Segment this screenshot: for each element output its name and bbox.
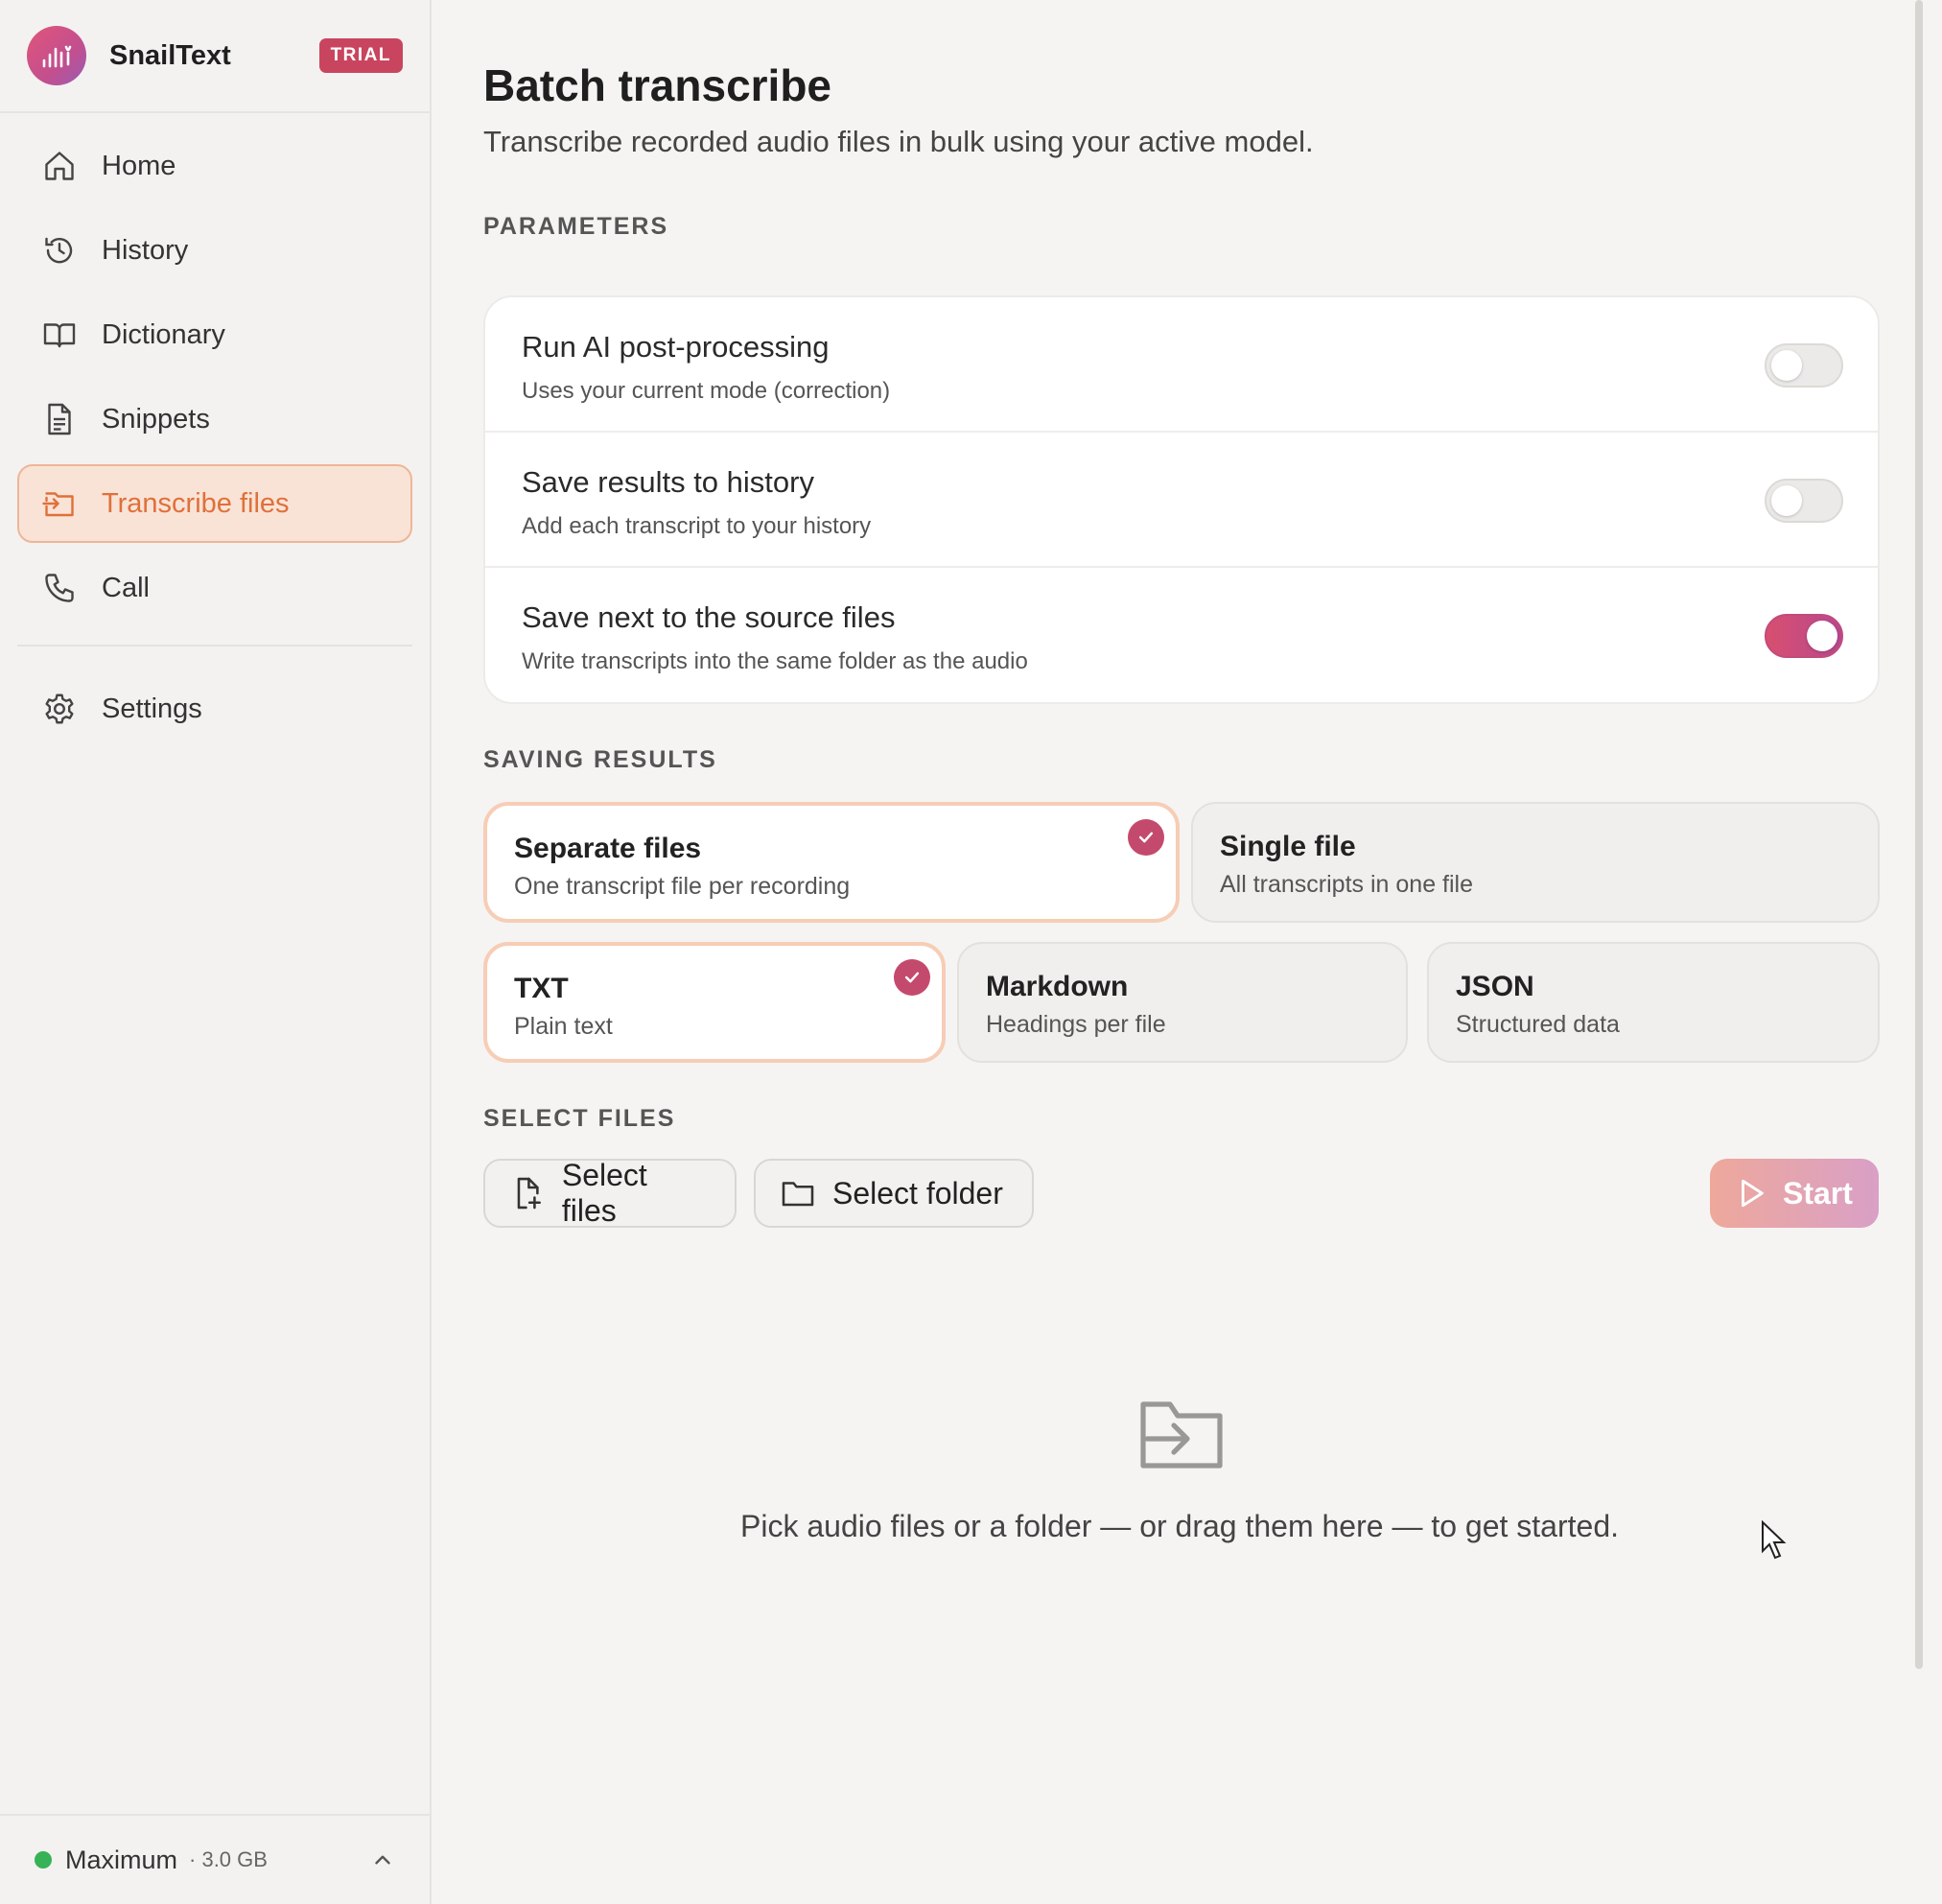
file-plus-icon bbox=[517, 1177, 541, 1210]
start-button[interactable]: Start bbox=[1710, 1159, 1879, 1228]
param-title: Save next to the source files bbox=[522, 600, 896, 634]
option-separate-files[interactable]: Separate files One transcript file per r… bbox=[483, 802, 1180, 923]
play-icon bbox=[1742, 1179, 1764, 1208]
section-label-saving-results: SAVING RESULTS bbox=[483, 746, 717, 773]
param-desc: Uses your current mode (correction) bbox=[522, 378, 891, 404]
option-format-txt[interactable]: TXT Plain text bbox=[483, 942, 946, 1063]
option-title: Markdown bbox=[986, 971, 1129, 1002]
section-label-select-files: SELECT FILES bbox=[483, 1105, 676, 1132]
select-folder-button[interactable]: Select folder bbox=[754, 1159, 1034, 1228]
model-size: · 3.0 GB bbox=[189, 1847, 268, 1871]
home-icon bbox=[45, 152, 74, 180]
option-title: TXT bbox=[514, 973, 569, 1004]
sidebar-item-call[interactable]: Call bbox=[17, 549, 412, 627]
scrollbar-thumb[interactable] bbox=[1915, 0, 1923, 1669]
select-files-label: Select files bbox=[561, 1158, 647, 1228]
param-desc: Add each transcript to your history bbox=[522, 513, 872, 539]
toggle-knob bbox=[1771, 350, 1802, 381]
parameters-card: Run AI post-processing Uses your current… bbox=[483, 295, 1880, 704]
option-single-file[interactable]: Single file All transcripts in one file bbox=[1191, 802, 1880, 923]
option-desc: Headings per file bbox=[986, 1011, 1166, 1038]
sidebar-item-snippets[interactable]: Snippets bbox=[17, 380, 412, 458]
save-history-toggle[interactable] bbox=[1765, 479, 1843, 523]
main-content: Batch transcribe Transcribe recorded aud… bbox=[433, 0, 1925, 1904]
page-subtitle: Transcribe recorded audio files in bulk … bbox=[483, 125, 1314, 158]
sidebar-item-label: Dictionary bbox=[102, 318, 225, 350]
folder-import-icon bbox=[1140, 1401, 1223, 1469]
sidebar-item-dictionary[interactable]: Dictionary bbox=[17, 295, 412, 374]
option-format-markdown[interactable]: Markdown Headings per file bbox=[957, 942, 1408, 1063]
save-next-to-source-toggle[interactable] bbox=[1765, 614, 1843, 658]
sidebar-item-label: Transcribe files bbox=[102, 487, 290, 519]
param-desc: Write transcripts into the same folder a… bbox=[522, 648, 1028, 674]
sidebar: SnailText TRIAL Home History Dictionary … bbox=[0, 0, 432, 1904]
trial-badge: TRIAL bbox=[318, 38, 403, 73]
select-files-button[interactable]: Select files bbox=[483, 1158, 737, 1228]
sidebar-nav: Home History Dictionary Snippets Transcr… bbox=[0, 113, 430, 748]
gear-icon bbox=[45, 693, 74, 724]
sidebar-item-settings[interactable]: Settings bbox=[17, 670, 412, 748]
param-row-save-next-to-source: Save next to the source files Write tran… bbox=[485, 568, 1878, 703]
param-title: Save results to history bbox=[522, 465, 814, 499]
sidebar-item-label: Settings bbox=[102, 693, 202, 724]
ai-post-processing-toggle[interactable] bbox=[1765, 343, 1843, 388]
param-row-save-history: Save results to history Add each transcr… bbox=[485, 433, 1878, 568]
file-import-icon bbox=[42, 492, 74, 517]
nav-divider bbox=[17, 645, 412, 646]
option-desc: One transcript file per recording bbox=[514, 873, 851, 900]
option-format-json[interactable]: JSON Structured data bbox=[1427, 942, 1880, 1063]
empty-state-text: Pick audio files or a folder — or drag t… bbox=[740, 1509, 1619, 1543]
page-title: Batch transcribe bbox=[483, 60, 832, 110]
brand-header: SnailText TRIAL bbox=[0, 0, 430, 113]
sidebar-item-history[interactable]: History bbox=[17, 211, 412, 290]
sidebar-item-label: Home bbox=[102, 150, 176, 181]
param-row-ai-post-processing: Run AI post-processing Uses your current… bbox=[485, 297, 1878, 433]
app-logo bbox=[27, 26, 86, 85]
sidebar-item-home[interactable]: Home bbox=[17, 127, 412, 205]
option-title: JSON bbox=[1456, 971, 1534, 1002]
select-folder-label: Select folder bbox=[832, 1175, 1003, 1211]
sidebar-item-transcribe-files[interactable]: Transcribe files bbox=[17, 464, 412, 543]
toggle-knob bbox=[1771, 485, 1802, 516]
history-icon bbox=[45, 237, 73, 264]
model-selector[interactable]: Maximum · 3.0 GB bbox=[0, 1814, 430, 1904]
sidebar-item-label: Snippets bbox=[102, 403, 210, 435]
start-label: Start bbox=[1783, 1175, 1853, 1211]
scrollbar[interactable] bbox=[1911, 0, 1925, 1669]
option-desc: Structured data bbox=[1456, 1011, 1620, 1038]
section-label-parameters: PARAMETERS bbox=[483, 213, 669, 240]
option-title: Single file bbox=[1220, 831, 1356, 862]
phone-icon bbox=[45, 574, 74, 602]
chevron-up-icon bbox=[375, 1855, 390, 1865]
book-icon bbox=[43, 323, 76, 348]
sidebar-item-label: History bbox=[102, 234, 189, 266]
app-name: SnailText bbox=[109, 39, 231, 71]
folder-icon bbox=[782, 1182, 814, 1207]
model-name: Maximum bbox=[65, 1845, 178, 1874]
document-icon bbox=[48, 403, 71, 435]
option-desc: All transcripts in one file bbox=[1220, 871, 1474, 898]
check-icon bbox=[894, 959, 930, 996]
mouse-cursor-icon bbox=[1762, 1520, 1787, 1560]
param-title: Run AI post-processing bbox=[522, 330, 830, 364]
sidebar-item-label: Call bbox=[102, 572, 150, 603]
toggle-knob bbox=[1807, 621, 1837, 651]
option-desc: Plain text bbox=[514, 1013, 613, 1040]
sound-wave-icon bbox=[42, 45, 72, 68]
status-dot bbox=[35, 1851, 52, 1869]
check-icon bbox=[1128, 819, 1164, 856]
option-title: Separate files bbox=[514, 833, 702, 864]
